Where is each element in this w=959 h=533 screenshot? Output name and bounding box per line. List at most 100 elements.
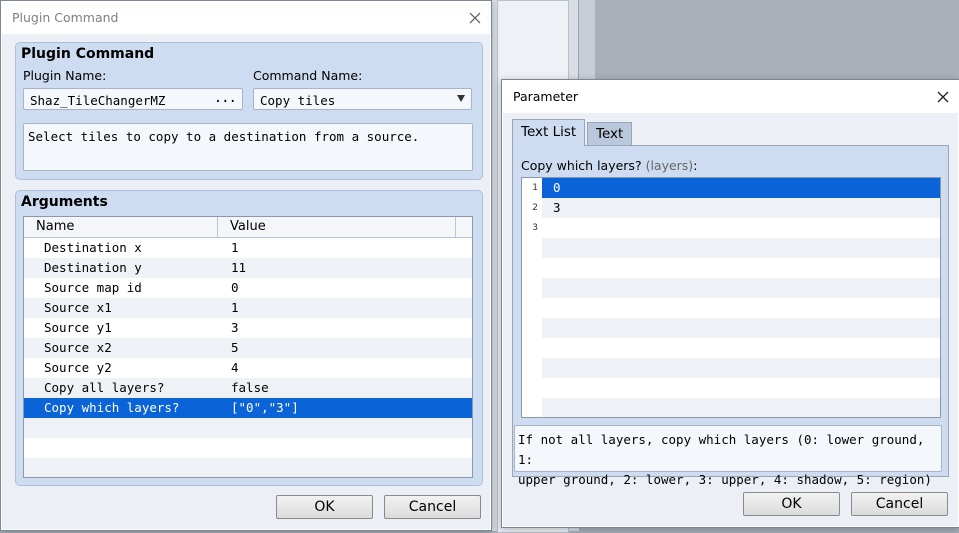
ok-button[interactable]: OK <box>276 495 373 519</box>
argument-value: false <box>231 380 269 395</box>
command-name-label: Command Name: <box>253 68 363 83</box>
help-text-line: If not all layers, copy which layers (0:… <box>518 432 925 467</box>
field-label: Copy which layers? (layers): <box>521 158 697 173</box>
line-number: 3 <box>532 223 538 233</box>
browse-button[interactable]: ... <box>214 90 237 106</box>
chevron-down-icon[interactable] <box>457 95 465 102</box>
line-number <box>522 338 542 358</box>
table-row[interactable] <box>24 458 472 477</box>
argument-name: Source x2 <box>44 340 112 355</box>
close-icon[interactable] <box>926 80 959 113</box>
argument-name: Copy which layers? <box>44 400 180 415</box>
cancel-button[interactable]: Cancel <box>384 495 481 519</box>
tab-panel: Copy which layers? (layers): 123 03 If n… <box>512 145 949 487</box>
tab-text[interactable]: Text <box>587 122 633 145</box>
line-number <box>522 258 542 278</box>
table-row[interactable]: Copy which layers? ["0","3"] <box>24 398 472 418</box>
plugin-name-value: Shaz_TileChangerMZ <box>30 93 166 108</box>
plugin-name-field[interactable]: Shaz_TileChangerMZ ... <box>23 88 243 110</box>
table-rows: Destination x 1 Destination y 11 Source map … <box>24 238 472 477</box>
arguments-table[interactable]: Name Value Destination x 1 Destination y 11… <box>23 216 473 478</box>
line-number <box>522 298 542 318</box>
line-number <box>522 358 542 378</box>
line-number <box>522 238 542 258</box>
table-row[interactable] <box>24 418 472 438</box>
table-row[interactable]: Source y1 3 <box>24 318 472 338</box>
argument-value: 11 <box>231 260 247 275</box>
command-name-select[interactable]: Copy tiles <box>253 88 472 110</box>
table-header: Name Value <box>24 217 472 238</box>
argument-name: Copy all layers? <box>44 380 165 395</box>
field-label-text: Copy which layers? <box>521 158 642 173</box>
plugin-command-dialog: Plugin Command Plugin Command Plugin Nam… <box>0 0 492 531</box>
line-number <box>522 398 542 417</box>
text-line[interactable] <box>542 378 940 398</box>
line-number <box>522 318 542 338</box>
text-line[interactable] <box>542 218 940 238</box>
line-number <box>522 278 542 298</box>
text-line[interactable] <box>542 298 940 318</box>
dialog-title: Plugin Command <box>12 10 119 25</box>
text-list-editor[interactable]: 123 03 <box>521 177 941 418</box>
table-row[interactable]: Copy all layers? false <box>24 378 472 398</box>
line-number: 1 <box>532 183 538 193</box>
close-icon[interactable] <box>458 1 491 34</box>
plugin-command-group: Plugin Command Plugin Name: Shaz_TileCha… <box>15 42 483 180</box>
plugin-command-titlebar: Plugin Command <box>1 1 491 34</box>
text-line[interactable]: 3 <box>542 198 940 218</box>
arguments-title: Arguments <box>21 194 108 210</box>
field-hint: (layers) <box>645 158 694 173</box>
field-colon: : <box>693 158 698 173</box>
ok-button[interactable]: OK <box>743 492 840 516</box>
parameter-dialog: Parameter Text List Text Copy which laye… <box>501 79 959 528</box>
help-text-line: upper ground, 2: lower, 3: upper, 4: sha… <box>518 472 932 487</box>
text-line[interactable] <box>542 278 940 298</box>
section-title: Plugin Command <box>21 46 155 62</box>
cancel-button[interactable]: Cancel <box>851 492 948 516</box>
argument-value: 5 <box>231 340 239 355</box>
plugin-command-body: Plugin Command Plugin Name: Shaz_TileCha… <box>2 34 490 529</box>
table-row[interactable]: Source map id 0 <box>24 278 472 298</box>
parameter-body: Text List Text Copy which layers? (layer… <box>503 113 958 526</box>
argument-value: 1 <box>231 240 239 255</box>
line-number: 2 <box>532 203 538 213</box>
line-number-gutter: 1 2 3 <box>522 178 542 417</box>
text-line[interactable] <box>542 238 940 258</box>
column-header-name[interactable]: Name <box>24 217 218 237</box>
text-line[interactable] <box>542 398 940 417</box>
column-header-value[interactable]: Value <box>218 217 456 237</box>
text-line[interactable] <box>542 318 940 338</box>
parameter-help-text: If not all layers, copy which layers (0:… <box>514 425 942 487</box>
argument-value: 0 <box>231 280 239 295</box>
text-line[interactable] <box>542 338 940 358</box>
background-strip <box>578 0 595 80</box>
tab-text-list[interactable]: Text List <box>512 119 586 146</box>
text-line[interactable] <box>542 258 940 278</box>
table-row[interactable]: Source x2 5 <box>24 338 472 358</box>
argument-value: 3 <box>231 320 239 335</box>
command-description: Select tiles to copy to a destination fr… <box>23 123 473 171</box>
text-lines[interactable]: 03 <box>542 178 940 417</box>
argument-name: Source y1 <box>44 320 112 335</box>
text-line[interactable]: 0 <box>542 178 940 198</box>
argument-value: 4 <box>231 360 239 375</box>
description-text: Select tiles to copy to a destination fr… <box>28 129 420 144</box>
table-row[interactable]: Source y2 4 <box>24 358 472 378</box>
table-row[interactable]: Destination x 1 <box>24 238 472 258</box>
argument-value: ["0","3"] <box>231 400 299 415</box>
argument-value: 1 <box>231 300 239 315</box>
dialog-title: Parameter <box>513 89 579 104</box>
argument-name: Source x1 <box>44 300 112 315</box>
argument-name: Destination x <box>44 240 142 255</box>
table-row[interactable]: Destination y 11 <box>24 258 472 278</box>
plugin-name-label: Plugin Name: <box>23 68 107 83</box>
command-name-value: Copy tiles <box>260 93 336 108</box>
argument-name: Source y2 <box>44 360 112 375</box>
text-line[interactable] <box>542 358 940 378</box>
argument-name: Source map id <box>44 280 142 295</box>
line-number <box>522 378 542 398</box>
argument-name: Destination y <box>44 260 142 275</box>
arguments-group: Arguments Name Value Destination x 1 Desti… <box>15 190 483 486</box>
table-row[interactable]: Source x1 1 <box>24 298 472 318</box>
table-row[interactable] <box>24 438 472 458</box>
